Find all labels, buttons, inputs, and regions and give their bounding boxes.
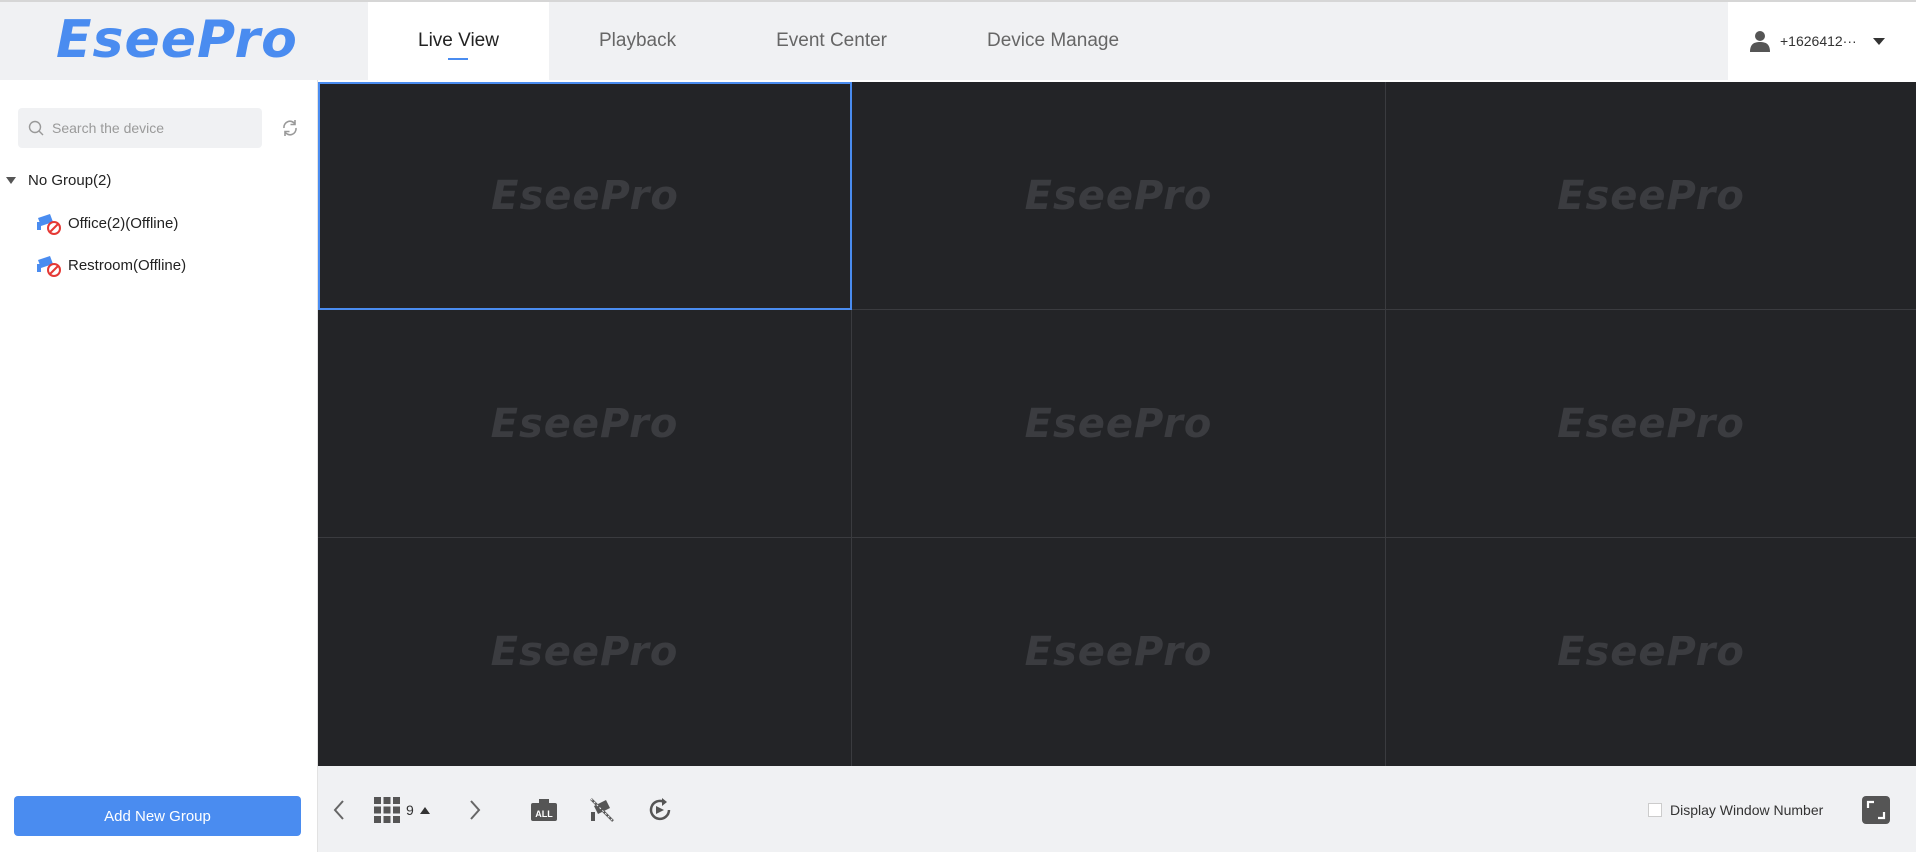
fullscreen-button[interactable] [1862, 766, 1890, 852]
video-watermark: EseePro [490, 400, 679, 447]
chevron-right-icon [470, 800, 481, 820]
grid-layout-icon [374, 797, 400, 823]
video-watermark: EseePro [1557, 400, 1745, 447]
close-all-streams-button[interactable] [588, 766, 616, 852]
bottom-control-bar: 9 ALL Display Window Number [318, 766, 1916, 852]
app-window: EseePro Live View Playback Event Center … [0, 0, 1916, 852]
active-tab-indicator [448, 58, 469, 60]
device-item-office[interactable]: Office(2)(Offline) [36, 210, 178, 236]
video-window-4[interactable]: EseePro [318, 310, 852, 538]
video-watermark: EseePro [491, 173, 679, 219]
device-label: Office(2)(Offline) [68, 214, 179, 232]
add-new-group-button[interactable]: Add New Group [14, 796, 301, 836]
chevron-down-icon[interactable] [1872, 37, 1885, 45]
capture-all-button[interactable]: ALL [530, 766, 558, 852]
video-window-1[interactable]: EseePro [318, 82, 852, 310]
window-layout-selector[interactable]: 9 [374, 766, 430, 852]
snapshot-all-icon: ALL [531, 799, 557, 821]
video-watermark: EseePro [1557, 172, 1745, 219]
tab-label: Live View [418, 30, 499, 51]
top-header: EseePro Live View Playback Event Center … [0, 2, 1916, 80]
refresh-icon[interactable] [280, 118, 300, 138]
refresh-camera-icon [649, 798, 671, 821]
group-label: No Group(2) [28, 172, 112, 189]
layout-count: 9 [406, 802, 414, 818]
tab-live-view[interactable]: Live View [368, 2, 549, 80]
camera-off-icon [590, 798, 614, 822]
tab-label: Device Manage [987, 30, 1120, 51]
device-sidebar: No Group(2) Office(2)(Offline) Restroom(… [0, 80, 318, 852]
app-logo: EseePro [56, 10, 298, 70]
video-window-3[interactable]: EseePro [1386, 82, 1916, 310]
video-window-7[interactable]: EseePro [318, 538, 852, 766]
tab-playback[interactable]: Playback [549, 2, 726, 80]
chevron-left-icon [333, 800, 344, 820]
tab-label: Event Center [776, 30, 887, 51]
next-page-button[interactable] [468, 766, 482, 852]
video-window-5[interactable]: EseePro [852, 310, 1386, 538]
device-group-no-group[interactable]: No Group(2) [6, 172, 111, 189]
video-watermark: EseePro [1557, 629, 1745, 675]
video-watermark: EseePro [490, 629, 679, 675]
fullscreen-icon [1862, 796, 1890, 824]
video-watermark: EseePro [1024, 400, 1213, 447]
device-search [18, 108, 262, 148]
video-window-9[interactable]: EseePro [1386, 538, 1916, 766]
tab-event-center[interactable]: Event Center [726, 2, 937, 80]
device-label: Restroom(Offline) [68, 256, 187, 274]
tab-device-manage[interactable]: Device Manage [937, 2, 1169, 80]
video-window-8[interactable]: EseePro [852, 538, 1386, 766]
svg-text:ALL: ALL [535, 809, 553, 819]
user-account-name: +1626412··· [1780, 33, 1857, 49]
video-grid: EseePro EseePro EseePro EseePro EseePro … [318, 82, 1916, 766]
main-tabs: Live View Playback Event Center Device M… [368, 2, 1169, 80]
tab-label: Playback [598, 30, 677, 51]
search-icon [28, 120, 44, 136]
reconnect-all-button[interactable] [646, 766, 674, 852]
video-window-2[interactable]: EseePro [852, 82, 1386, 310]
offline-camera-icon [37, 214, 61, 235]
display-window-number-toggle[interactable]: Display Window Number [1648, 766, 1823, 852]
user-menu[interactable]: +1626412··· [1728, 2, 1916, 80]
device-item-restroom[interactable]: Restroom(Offline) [36, 252, 186, 278]
user-icon [1750, 31, 1770, 52]
expand-arrow-icon[interactable] [6, 177, 16, 184]
chevron-up-icon [419, 806, 430, 814]
previous-page-button[interactable] [332, 766, 346, 852]
video-watermark: EseePro [1024, 629, 1213, 675]
display-window-number-label: Display Window Number [1670, 802, 1824, 818]
search-input[interactable] [52, 120, 242, 136]
display-window-number-checkbox[interactable] [1648, 803, 1662, 817]
offline-camera-icon [37, 256, 61, 277]
video-window-6[interactable]: EseePro [1386, 310, 1916, 538]
video-watermark: EseePro [1024, 172, 1213, 219]
